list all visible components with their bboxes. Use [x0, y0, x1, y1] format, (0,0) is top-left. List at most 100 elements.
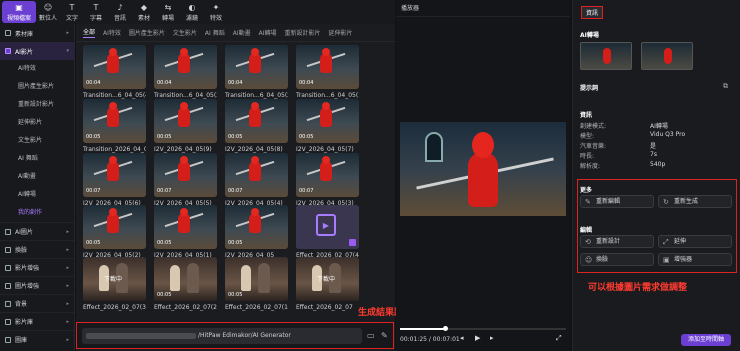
enhancer-button[interactable]: ▣ 增強器 [658, 253, 732, 266]
edit-path-icon[interactable]: ✎ [381, 331, 390, 340]
next-frame-icon[interactable]: ▸ [490, 334, 494, 342]
output-path-field[interactable]: /HitPaw Edimakor/AI Generator [82, 328, 362, 344]
media-thumbnail[interactable]: 下載中 [296, 257, 359, 301]
media-card[interactable]: 00:04 Transition...6_04_05(2) [225, 45, 288, 99]
toolbar-effect-button[interactable]: ✦ 特效 [204, 1, 228, 23]
prev-frame-icon[interactable]: ◂ [460, 334, 464, 342]
sidebar-group[interactable]: 圖片增強 ▸ [0, 276, 74, 294]
sidebar-group[interactable]: 換臉 ▸ [0, 240, 74, 258]
sidebar-subitem[interactable]: AI 舞蹈 [0, 150, 74, 168]
face-swap-button[interactable]: ☺ 換臉 [580, 253, 654, 266]
media-thumbnail[interactable]: 00:05 [83, 205, 146, 249]
media-thumbnail[interactable]: 00:04 [225, 45, 288, 89]
media-card[interactable]: 00:05 I2V_2026_04_05 [225, 205, 288, 259]
tab-media-filter[interactable]: AI轉場 [259, 28, 277, 37]
tab-media-filter[interactable]: 圖片產生影片 [129, 28, 165, 37]
media-thumbnail[interactable]: 下載中 [83, 257, 146, 301]
sidebar-group[interactable]: 背景 ▸ [0, 294, 74, 312]
add-to-timeline-button[interactable]: 添加至時間軸 [681, 334, 731, 346]
toolbar-text-button[interactable]: T 文字 [60, 1, 84, 23]
sidebar-group[interactable]: 影片增強 ▸ [0, 258, 74, 276]
sidebar-group[interactable]: 圖庫 ▸ [0, 330, 74, 348]
playback-progress[interactable] [400, 326, 566, 331]
sidebar-subitem[interactable]: 重新設計影片 [0, 96, 74, 114]
sidebar-subitem[interactable]: 文生影片 [0, 132, 74, 150]
hd-icon: ▣ [663, 256, 670, 264]
sidebar-subitem[interactable]: 圖片產生影片 [0, 78, 74, 96]
sidebar-subitem[interactable]: AI動畫 [0, 168, 74, 186]
re-edit-button[interactable]: ✎ 重新編輯 [580, 195, 654, 208]
toolbar-audio-button[interactable]: ♪ 音訊 [108, 1, 132, 23]
duration-label: 00:04 [228, 80, 243, 86]
media-thumbnail[interactable]: 00:05 [296, 99, 359, 143]
media-thumbnail[interactable]: 00:07 [154, 153, 217, 197]
media-thumbnail[interactable]: 00:04 [83, 45, 146, 89]
media-thumbnail[interactable]: 00:05 [154, 205, 217, 249]
media-thumbnail[interactable]: 00:04 [154, 45, 217, 89]
sidebar-group[interactable]: 影片庫 ▸ [0, 312, 74, 330]
media-card[interactable]: 00:04 Transition...6_04_05(1) [296, 45, 359, 99]
info-value: Vidu Q3 Pro [650, 131, 686, 138]
media-thumbnail[interactable]: 00:05 [225, 99, 288, 143]
media-card[interactable]: 00:05 I2V_2026_04_05(1) [154, 205, 217, 259]
tab-media-filter[interactable]: 全部 [83, 27, 96, 38]
sidebar-subitem[interactable]: 延伸影片 [0, 114, 74, 132]
sidebar-group[interactable]: AI圖片 ▸ [0, 222, 74, 240]
media-card[interactable]: 00:05 I2V_2026_04_05(9) [154, 99, 217, 153]
tab-media-filter[interactable]: 延伸影片 [328, 28, 352, 37]
tab-media-filter[interactable]: 重新設計影片 [284, 28, 320, 37]
tab-media-filter[interactable]: AI特效 [103, 28, 121, 37]
toolbar-transition-button[interactable]: ⇆ 轉場 [156, 1, 180, 23]
media-card[interactable]: 00:05 I2V_2026_04_05(2) [83, 205, 146, 259]
media-thumbnail[interactable]: 00:04 [296, 45, 359, 89]
tab-media-filter[interactable]: AI動畫 [233, 28, 251, 37]
toolbar-video-file-button[interactable]: ▣ 視頻檔案 [2, 1, 36, 23]
extend-button[interactable]: ⤢ 延伸 [658, 235, 732, 248]
media-card[interactable]: 00:07 I2V_2026_04_05(4) [225, 153, 288, 207]
media-card[interactable]: 00:05 Transition_2026_04_05 [83, 99, 146, 153]
media-thumbnail[interactable]: 00:05 [225, 205, 288, 249]
media-thumbnail[interactable]: 00:07 [296, 153, 359, 197]
media-card[interactable]: 00:04 Transition...6_04_05(4) [83, 45, 146, 99]
folder-open-icon[interactable]: ▭ [367, 331, 376, 340]
media-card[interactable]: 00:05 I2V_2026_04_05(7) [296, 99, 359, 153]
toolbar-filter-button[interactable]: ◐ 濾鏡 [180, 1, 204, 23]
media-card[interactable]: 下載中 Effect_2026_02_07 [296, 257, 359, 311]
sidebar-subitem[interactable]: AI轉場 [0, 186, 74, 204]
sidebar-material-library[interactable]: 素材庫 ▸ [0, 24, 74, 42]
play-icon[interactable]: ▶ [475, 334, 480, 342]
toolbar-digital-human-button[interactable]: ☺ 數位人 [36, 1, 60, 23]
media-card[interactable]: 00:07 I2V_2026_04_05(3) [296, 153, 359, 207]
media-card[interactable]: 00:05 I2V_2026_04_05(8) [225, 99, 288, 153]
media-thumbnail[interactable]: 00:05 [154, 257, 217, 301]
media-card[interactable]: 下載中 Effect_2026_02_07(3) [83, 257, 146, 311]
more-title: 更多 [580, 187, 593, 194]
tab-media-filter[interactable]: 文生影片 [173, 28, 197, 37]
media-card[interactable]: 00:05 Effect_2026_02_07(2) [154, 257, 217, 311]
sidebar-subitem[interactable]: 我的創作 [0, 204, 74, 222]
media-thumbnail[interactable]: 00:07 [225, 153, 288, 197]
progress-knob[interactable] [442, 326, 448, 331]
media-thumbnail[interactable]: ▶ [296, 205, 359, 249]
media-card[interactable]: 00:07 I2V_2026_04_05(5) [154, 153, 217, 207]
media-card[interactable]: 00:05 Effect_2026_02_07(1) [225, 257, 288, 311]
transition-thumb-end[interactable] [641, 42, 693, 70]
tab-media-filter[interactable]: AI 舞蹈 [205, 28, 225, 37]
toolbar-material-button[interactable]: ◆ 素材 [132, 1, 156, 23]
sidebar-subitem[interactable]: AI特效 [0, 60, 74, 78]
media-card[interactable]: 00:04 Transition...6_04_05(3) [154, 45, 217, 99]
tab-info[interactable]: 資訊 [581, 6, 604, 19]
media-thumbnail[interactable]: 00:05 [154, 99, 217, 143]
regenerate-button[interactable]: ↻ 重新生成 [658, 195, 732, 208]
toolbar-subtitle-button[interactable]: T 字幕 [84, 1, 108, 23]
media-card[interactable]: 00:07 I2V_2026_04_05(6) [83, 153, 146, 207]
media-thumbnail[interactable]: 00:07 [83, 153, 146, 197]
media-card[interactable]: ▶ Effect_2026_02_07(4) [296, 205, 359, 259]
transition-thumb-start[interactable] [580, 42, 632, 70]
redesign-button[interactable]: ⟲ 重新設計 [580, 235, 654, 248]
sidebar-ai-video[interactable]: AI影片 ▾ [0, 42, 74, 60]
media-thumbnail[interactable]: 00:05 [83, 99, 146, 143]
copy-icon[interactable]: ⧉ [723, 82, 728, 91]
media-thumbnail[interactable]: 00:05 [225, 257, 288, 301]
fullscreen-icon[interactable]: ⤢ [556, 334, 562, 343]
